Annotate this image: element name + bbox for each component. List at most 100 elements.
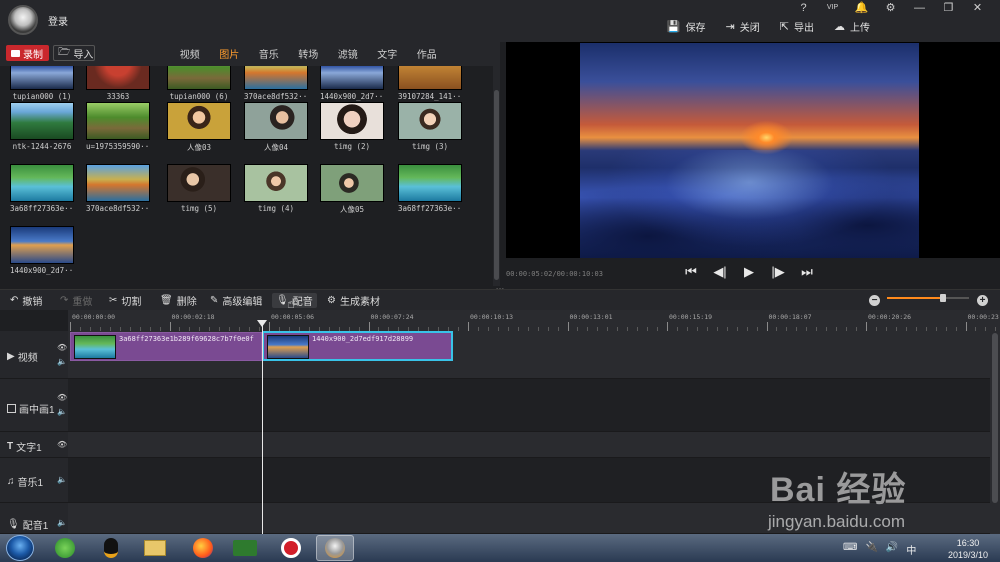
generate-asset-button[interactable]: ⚙ 生成素材 bbox=[327, 293, 380, 308]
library-thumbnail[interactable]: 370ace8df532··· bbox=[86, 164, 150, 213]
minimize-icon[interactable]: — bbox=[905, 1, 934, 15]
library-thumbnail[interactable]: 人像03 bbox=[167, 102, 231, 152]
library-thumbnail[interactable]: 1440x900_2d7··· bbox=[10, 226, 74, 275]
bell-icon[interactable]: 🔔 bbox=[847, 1, 876, 15]
save-button[interactable]: 💾 保存 bbox=[667, 19, 706, 34]
library-thumbnail[interactable]: 3a68ff27363e··· bbox=[10, 164, 74, 213]
tab-image[interactable]: 图片 bbox=[210, 46, 250, 61]
library-thumbnail[interactable]: ntk-1244-2676 bbox=[10, 102, 74, 151]
library-thumbnail[interactable]: 人像05 bbox=[320, 164, 384, 214]
tab-filter[interactable]: 滤镜 bbox=[328, 46, 368, 61]
library-thumbnail-caption: 3a68ff27363e··· bbox=[10, 204, 74, 213]
firefox-icon[interactable] bbox=[184, 535, 222, 561]
speaker-icon[interactable]: 🔈 bbox=[57, 407, 67, 416]
record-button[interactable]: 录制 bbox=[6, 45, 49, 61]
upload-label: 上传 bbox=[850, 23, 870, 34]
library-thumbnail-caption: 33363 bbox=[106, 92, 130, 101]
import-button[interactable]: 🗁 导入 bbox=[53, 45, 95, 61]
pip-icon bbox=[7, 404, 16, 413]
help-icon[interactable]: ? bbox=[789, 1, 818, 15]
power-icon[interactable]: 🔌 bbox=[865, 542, 877, 557]
screen-recorder-icon[interactable] bbox=[272, 535, 310, 561]
track-lane-pip[interactable] bbox=[68, 379, 1000, 432]
library-thumbnail-image bbox=[86, 102, 150, 140]
track-lane-text[interactable] bbox=[68, 432, 1000, 458]
close-project-button[interactable]: ⇥ 关闭 bbox=[726, 19, 760, 34]
library-thumbnail[interactable]: 1440x900_2d7··· bbox=[320, 66, 384, 101]
file-explorer-icon[interactable] bbox=[136, 535, 174, 561]
cut-button[interactable]: ✂ 切割 bbox=[109, 293, 141, 308]
library-thumbnail-caption: 370ace8df532··· bbox=[86, 204, 150, 213]
title-bar: 登录 ? VIP 🔔 ⚙ — ❐ ✕ 💾 保存 ⇥ 关闭 ⇱ 导出 ☁ 上传 bbox=[0, 0, 1000, 42]
library-thumbnail[interactable]: 370ace8df532··· bbox=[244, 66, 308, 101]
input-method-icon[interactable]: 中 bbox=[906, 542, 916, 557]
export-button[interactable]: ⇱ 导出 bbox=[780, 19, 814, 34]
timeline-clip[interactable]: 3a68ff27363e1b289f69628c7b7f0e0f bbox=[70, 332, 262, 361]
library-thumbnail[interactable]: timg (4) bbox=[244, 164, 308, 213]
tab-transition[interactable]: 转场 bbox=[289, 46, 329, 61]
library-thumbnail[interactable]: timg (3) bbox=[398, 102, 462, 151]
library-thumbnail[interactable]: 3a68ff27363e··· bbox=[398, 164, 462, 213]
clip-thumbnail bbox=[74, 335, 116, 359]
zoom-slider-handle[interactable] bbox=[939, 294, 946, 302]
timeline-ruler[interactable]: 00:00:00:00 00:00:02:18 00:00:05:06 00:00:0… bbox=[68, 310, 1000, 331]
playhead-line[interactable] bbox=[262, 322, 263, 534]
mouse-cursor-icon: ☝ bbox=[287, 296, 295, 311]
baidu-jingyan-watermark: Bai 经验 jingyan.baidu.com bbox=[764, 456, 1000, 534]
library-thumbnail[interactable]: 人像04 bbox=[244, 102, 308, 152]
zoom-in-icon[interactable]: + bbox=[977, 295, 988, 306]
step-back-icon[interactable]: ◀| bbox=[712, 263, 728, 281]
library-scroll-thumb[interactable] bbox=[494, 90, 499, 280]
close-window-icon[interactable]: ✕ bbox=[963, 1, 992, 15]
volume-icon[interactable]: 🔊 bbox=[886, 542, 898, 557]
track-name-music: ♫ 音乐1 bbox=[7, 474, 43, 489]
restore-icon[interactable]: ❐ bbox=[934, 1, 963, 15]
browser-360-icon[interactable] bbox=[46, 535, 84, 561]
library-thumbnail-image bbox=[398, 102, 462, 140]
library-thumbnail[interactable]: u=1975359590··· bbox=[86, 102, 150, 151]
speaker-icon[interactable]: 🔈 bbox=[57, 357, 67, 366]
tab-works[interactable]: 作品 bbox=[407, 46, 447, 61]
eye-icon[interactable]: 👁 bbox=[57, 393, 67, 402]
tab-video[interactable]: 视频 bbox=[170, 46, 210, 61]
vip-icon[interactable]: VIP bbox=[818, 1, 847, 15]
library-thumbnail[interactable]: tupian000 (6) bbox=[167, 66, 231, 101]
pencil-icon: ✎ bbox=[210, 295, 219, 306]
track-lane-video[interactable]: 3a68ff27363e1b289f69628c7b7f0e0f 1440x90… bbox=[68, 331, 1000, 379]
play-icon[interactable]: ▶ bbox=[741, 263, 757, 281]
step-forward-icon[interactable]: |▶ bbox=[770, 263, 786, 281]
start-button[interactable] bbox=[6, 535, 34, 561]
library-thumbnail[interactable]: 39107284_141··· bbox=[398, 66, 462, 101]
library-thumbnail[interactable]: timg (5) bbox=[167, 164, 231, 213]
delete-button[interactable]: 🗑 删除 bbox=[160, 293, 197, 308]
settings-gear-icon[interactable]: ⚙ bbox=[876, 1, 905, 15]
library-thumbnail-image bbox=[167, 66, 231, 90]
eye-icon[interactable]: 👁 bbox=[57, 440, 67, 449]
skip-end-icon[interactable]: ⏭ bbox=[799, 263, 815, 281]
playhead-marker[interactable] bbox=[257, 320, 267, 327]
media-player-icon[interactable] bbox=[226, 535, 264, 561]
skip-start-icon[interactable]: ⏮ bbox=[683, 263, 699, 281]
redo-button[interactable]: ↷ 重做 bbox=[60, 293, 92, 308]
ruler-major-tick bbox=[965, 322, 967, 331]
login-link[interactable]: 登录 bbox=[48, 13, 68, 28]
library-thumbnail[interactable]: tupian000 (1) bbox=[10, 66, 74, 101]
timeline-clip-selected[interactable]: 1440x900_2d7edf917d28899 bbox=[262, 331, 453, 361]
speaker-icon[interactable]: 🔈 bbox=[57, 518, 67, 527]
zoom-out-icon[interactable]: − bbox=[869, 295, 880, 306]
library-thumbnail[interactable]: 33363 bbox=[86, 66, 150, 101]
keyboard-icon[interactable]: ⌨ bbox=[843, 542, 857, 557]
speaker-icon[interactable]: 🔈 bbox=[57, 475, 67, 484]
library-tabs: 视频 图片 音乐 转场 滤镜 文字 作品 bbox=[170, 46, 447, 61]
qq-penguin-icon[interactable] bbox=[92, 535, 130, 561]
video-editor-taskbar-icon[interactable] bbox=[316, 535, 354, 561]
undo-button[interactable]: ↶ 撤销 bbox=[10, 293, 42, 308]
tab-music[interactable]: 音乐 bbox=[249, 46, 289, 61]
library-thumbnail[interactable]: timg (2) bbox=[320, 102, 384, 151]
delete-label: 删除 bbox=[176, 297, 197, 308]
taskbar-clock[interactable]: 16:30 2019/3/10 bbox=[940, 537, 996, 561]
upload-button[interactable]: ☁ 上传 bbox=[834, 19, 870, 34]
advanced-edit-button[interactable]: ✎ 高级编辑 bbox=[210, 293, 262, 308]
eye-icon[interactable]: 👁 bbox=[57, 343, 67, 352]
tab-text[interactable]: 文字 bbox=[368, 46, 408, 61]
